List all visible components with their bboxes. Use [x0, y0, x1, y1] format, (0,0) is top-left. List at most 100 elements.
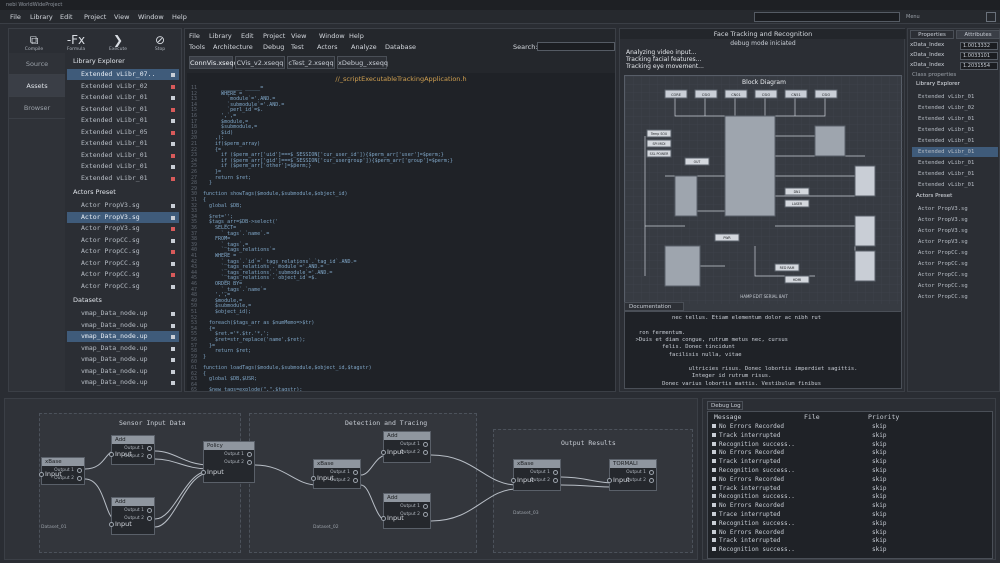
input-port-icon[interactable] — [381, 516, 386, 521]
prop-actor-item[interactable]: Actor PropCC.sg — [912, 281, 998, 291]
output-port-icon[interactable] — [147, 516, 152, 521]
code-area[interactable]: //_scriptExecutableTrackingApplication.h… — [187, 73, 615, 391]
prop-actor-item[interactable]: Actor PropV3.sg — [912, 237, 998, 247]
tree-group-actors[interactable]: Actors Preset — [73, 188, 116, 196]
graph-node[interactable]: Add Input Output 1 Output 2 — [109, 435, 155, 465]
debug-column-priority[interactable]: Priority — [868, 413, 899, 421]
prop-actor-item[interactable]: Actor PropV3.sg — [912, 226, 998, 236]
menu-project[interactable]: Project — [84, 13, 106, 21]
output-port-icon[interactable] — [423, 504, 428, 509]
debug-row[interactable]: Recognition success.. skip — [712, 441, 988, 448]
debug-row[interactable]: No Errors Recorded skip — [712, 476, 988, 483]
prop-actor-item[interactable]: Actor PropCC.sg — [912, 259, 998, 269]
tree-item[interactable]: Extended vLibr_07.. — [67, 69, 179, 80]
editor-menu-database[interactable]: Database — [385, 43, 416, 51]
debug-row[interactable]: No Errors Recorded skip — [712, 502, 988, 509]
input-port-icon[interactable] — [607, 478, 612, 483]
output-port-icon[interactable] — [553, 478, 558, 483]
prop-actor-item[interactable]: Actor PropV3.sg — [912, 204, 998, 214]
tree-item[interactable]: Extended vLibr_01 — [67, 138, 179, 149]
prop-actors-title[interactable]: Actors Preset — [916, 193, 952, 199]
compile-button[interactable]: ⧉ Compile — [19, 33, 49, 52]
editor-tab[interactable]: xDebug_.xseqq — [337, 56, 388, 69]
editor-search-input[interactable] — [537, 42, 615, 51]
prop-library-item[interactable]: Extended vLibr_01 — [912, 180, 998, 190]
tree-item[interactable]: Extended vLibr_01 — [67, 104, 179, 115]
editor-menu-debug[interactable]: Debug — [263, 43, 284, 51]
output-port-icon[interactable] — [649, 478, 654, 483]
debug-column-file[interactable]: File — [804, 413, 820, 421]
graph-node[interactable]: xBase Input Output 1 Output 2 — [511, 459, 561, 491]
window-maximize-button[interactable] — [986, 12, 996, 22]
tree-item[interactable]: Extended vLibr_01 — [67, 161, 179, 172]
graph-node[interactable]: Add Input Output 1 Output 2 — [381, 493, 431, 529]
output-port-icon[interactable] — [423, 442, 428, 447]
prop-value-input[interactable]: 1.0013332 — [960, 42, 998, 50]
editor-menu-tools[interactable]: Tools — [189, 43, 205, 51]
tree-item[interactable]: vmap_Data_node.up — [67, 331, 179, 342]
menu-library[interactable]: Library — [30, 13, 53, 21]
graph-node[interactable]: xBase Input Output 1 Output 2 — [39, 457, 85, 485]
input-port-icon[interactable] — [109, 452, 114, 457]
tree-item[interactable]: Extended vLibr_01 — [67, 150, 179, 161]
input-port-icon[interactable] — [311, 476, 316, 481]
debug-row[interactable]: No Errors Recorded skip — [712, 449, 988, 456]
output-port-icon[interactable] — [353, 478, 358, 483]
tree-item[interactable]: Extended vLibr_01 — [67, 115, 179, 126]
output-port-icon[interactable] — [553, 470, 558, 475]
editor-tab[interactable]: CVis_v2.xseqq — [235, 56, 285, 69]
debug-row[interactable]: Trace interrupted skip — [712, 511, 988, 518]
tree-item[interactable]: vmap_Data_node.up — [67, 308, 179, 319]
debug-row[interactable]: Recognition success.. skip — [712, 493, 988, 500]
graph-node[interactable]: Add Input Output 1 Output 2 — [381, 431, 431, 463]
editor-menu-analyze[interactable]: Analyze — [351, 43, 377, 51]
tree-item[interactable]: Actor PropCC.sg — [67, 258, 179, 269]
prop-library-item[interactable]: Extended vLibr_01 — [912, 92, 998, 102]
prop-actor-item[interactable]: Actor PropCC.sg — [912, 292, 998, 302]
editor-menu-view[interactable]: View — [291, 32, 306, 40]
tree-item[interactable]: Extended vLibr_05 — [67, 127, 179, 138]
debug-row[interactable]: Recognition success.. skip — [712, 546, 988, 553]
input-port-icon[interactable] — [381, 450, 386, 455]
side-tab-source[interactable]: Source — [9, 53, 65, 75]
prop-actor-item[interactable]: Actor PropCC.sg — [912, 270, 998, 280]
tree-item[interactable]: vmap_Data_node.up — [67, 354, 179, 365]
menu-window[interactable]: Window — [138, 13, 164, 21]
menu-edit[interactable]: Edit — [60, 13, 73, 21]
tree-item[interactable]: Extended vLibr_02 — [67, 81, 179, 92]
tree-item[interactable]: Actor PropV3.sg — [67, 200, 179, 211]
output-port-icon[interactable] — [423, 512, 428, 517]
tree-item[interactable]: Actor PropCC.sg — [67, 269, 179, 280]
editor-menu-library[interactable]: Library — [209, 32, 232, 40]
debug-row[interactable]: Recognition success.. skip — [712, 467, 988, 474]
prop-tab-attributes[interactable]: Attributes — [956, 30, 1000, 39]
editor-menu-test[interactable]: Test — [291, 43, 304, 51]
formula-button[interactable]: -Fx Formula — [61, 33, 91, 52]
tree-item[interactable]: Actor PropV3.sg — [67, 223, 179, 234]
execute-button[interactable]: ❯ Execute — [103, 33, 133, 52]
output-port-icon[interactable] — [247, 460, 252, 465]
graph-node[interactable]: Add Input Output 1 Output 2 — [109, 497, 155, 535]
prop-value-input[interactable]: 1.0033101 — [960, 52, 998, 60]
debug-row[interactable]: Recognition success.. skip — [712, 520, 988, 527]
debug-row[interactable]: Track interrupted skip — [712, 432, 988, 439]
global-menu-label[interactable]: Menu — [906, 14, 920, 20]
editor-menu-actors[interactable]: Actors — [317, 43, 338, 51]
debug-row[interactable]: Track interrupted skip — [712, 458, 988, 465]
prop-library-item[interactable]: Extended vLibr_02 — [912, 103, 998, 113]
menu-file[interactable]: File — [10, 13, 21, 21]
graph-node[interactable]: xBase Input Output 1 Output 2 — [311, 459, 361, 489]
prop-actor-item[interactable]: Actor PropV3.sg — [912, 215, 998, 225]
editor-menu-project[interactable]: Project — [263, 32, 285, 40]
side-tab-assets[interactable]: Assets — [9, 75, 65, 97]
menu-view[interactable]: View — [114, 13, 129, 21]
tree-item[interactable]: vmap_Data_node.up — [67, 366, 179, 377]
tree-item[interactable]: Actor PropCC.sg — [67, 235, 179, 246]
editor-menu-help[interactable]: Help — [349, 32, 364, 40]
editor-menu-edit[interactable]: Edit — [241, 32, 254, 40]
tree-item[interactable]: Extended vLibr_01 — [67, 173, 179, 184]
global-search-input[interactable] — [754, 12, 900, 22]
prop-value-input[interactable]: 1.2031554 — [960, 62, 998, 70]
tree-item[interactable]: Actor PropCC.sg — [67, 246, 179, 257]
editor-tab[interactable]: cTest_2.xseqq — [287, 56, 335, 69]
